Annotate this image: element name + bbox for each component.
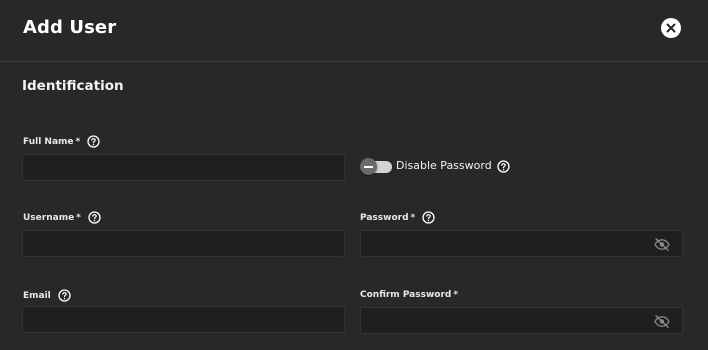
required-mark: * (76, 212, 81, 223)
password-label: Password * (360, 211, 435, 224)
help-icon[interactable] (497, 160, 510, 173)
email-label: Email (23, 289, 71, 302)
confirm-password-label: Confirm Password * (360, 290, 458, 300)
help-icon[interactable] (58, 289, 71, 302)
password-label-text: Password (360, 212, 409, 223)
full-name-label: Full Name * (23, 135, 100, 148)
close-button[interactable] (661, 18, 681, 38)
eye-off-icon[interactable] (654, 238, 670, 251)
required-mark: * (453, 290, 459, 300)
username-input[interactable] (23, 231, 344, 256)
required-mark: * (410, 212, 416, 223)
disable-password-label-text: Disable Password (396, 159, 492, 172)
email-field[interactable] (22, 306, 345, 333)
dialog-header: Add User (0, 0, 708, 62)
password-input[interactable] (361, 231, 682, 256)
toggle-thumb (360, 158, 377, 175)
email-label-text: Email (23, 290, 51, 301)
confirm-password-input[interactable] (361, 308, 682, 333)
password-field[interactable] (360, 230, 683, 257)
section-title: Identification (22, 78, 124, 94)
close-icon (666, 23, 676, 33)
disable-password-label[interactable]: Disable Password (396, 159, 492, 172)
full-name-field[interactable] (22, 154, 345, 181)
disable-password-toggle[interactable] (360, 158, 392, 175)
full-name-input[interactable] (23, 155, 344, 180)
eye-off-icon[interactable] (654, 315, 670, 328)
confirm-password-label-text: Confirm Password (360, 290, 452, 300)
username-label: Username * (23, 211, 101, 224)
help-icon[interactable] (87, 135, 100, 148)
dialog-title: Add User (23, 17, 117, 38)
help-icon[interactable] (88, 211, 101, 224)
required-mark: * (75, 136, 81, 147)
help-icon[interactable] (422, 211, 435, 224)
full-name-label-text: Full Name (23, 136, 74, 147)
confirm-password-field[interactable] (360, 307, 683, 334)
username-label-text: Username (23, 212, 75, 223)
email-input[interactable] (23, 307, 344, 332)
username-field[interactable] (22, 230, 345, 257)
